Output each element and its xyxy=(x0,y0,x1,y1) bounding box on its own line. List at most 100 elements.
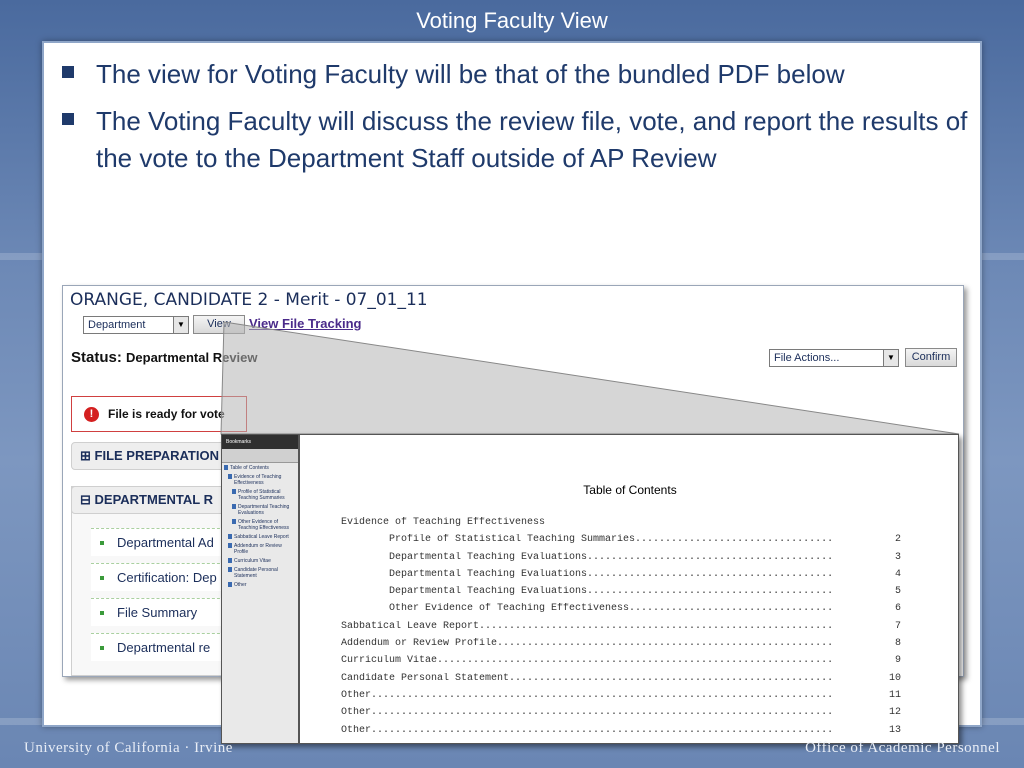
toc-page-number: 8 xyxy=(890,638,901,650)
bookmark-item[interactable]: Profile of Statistical Teaching Summarie… xyxy=(224,489,296,501)
bullet-icon xyxy=(100,611,104,615)
bookmark-item[interactable]: Table of Contents xyxy=(224,465,296,471)
bookmark-label: Other Evidence of Teaching Effectiveness xyxy=(238,519,290,531)
page-icon xyxy=(228,558,232,563)
bookmark-item[interactable]: Sabbatical Leave Report xyxy=(224,534,296,540)
toc-page-number: 9 xyxy=(890,655,901,667)
bookmarks-list: Table of Contents Evidence of Teaching E… xyxy=(222,463,298,588)
view-select[interactable]: Department ▼ xyxy=(83,316,189,334)
bookmark-label: Addendum or Review Profile xyxy=(234,543,282,555)
toc-entry: Candidate Personal Statement............… xyxy=(341,672,834,684)
status-label: Status: Departmental Review xyxy=(71,349,258,366)
bookmark-label: Other xyxy=(234,582,247,588)
bookmark-item[interactable]: Candidate Personal Statement xyxy=(224,567,296,579)
view-select-value: Department xyxy=(88,319,146,331)
bullet-item: The Voting Faculty will discuss the revi… xyxy=(62,103,972,177)
page-icon xyxy=(232,519,236,524)
status-label-text: Status: xyxy=(71,349,122,366)
page-icon xyxy=(228,534,232,539)
bullet-list: The view for Voting Faculty will be that… xyxy=(62,56,972,187)
toc-entry: Evidence of Teaching Effectiveness xyxy=(341,517,546,528)
bookmarks-panel: Bookmarks Table of Contents Evidence of … xyxy=(222,435,300,743)
toc-entry: Profile of Statistical Teaching Summarie… xyxy=(341,534,834,546)
confirm-button[interactable]: Confirm xyxy=(905,348,957,367)
toc-row[interactable]: Other...................................… xyxy=(341,707,901,724)
toc-page-number: 11 xyxy=(884,689,901,701)
list-item-label: Departmental Ad xyxy=(117,535,214,550)
vote-ready-notice: ! File is ready for vote xyxy=(71,396,247,432)
vote-message: File is ready for vote xyxy=(108,407,225,421)
toc-entry: Departmental Teaching Evaluations.......… xyxy=(341,568,834,580)
toc-row[interactable]: Sabbatical Leave Report.................… xyxy=(341,620,901,638)
section-label: DEPARTMENTAL R xyxy=(94,492,213,507)
bookmark-label: Departmental Teaching Evaluations xyxy=(238,504,290,516)
toc-row[interactable]: Departmental Teaching Evaluations.......… xyxy=(341,586,901,603)
bookmark-label: Sabbatical Leave Report xyxy=(234,534,289,540)
footer-office-name: Office of Academic Personnel xyxy=(805,740,1000,756)
file-actions-value: File Actions... xyxy=(774,352,840,364)
bookmark-item[interactable]: Other xyxy=(224,582,296,588)
toc-entry: Other...................................… xyxy=(341,724,834,736)
toc-entry: Departmental Teaching Evaluations.......… xyxy=(341,551,834,563)
toc-entry: Addendum or Review Profile..............… xyxy=(341,638,834,650)
bookmark-label: Table of Contents xyxy=(230,465,269,471)
bookmark-item[interactable]: Evidence of Teaching Effectiveness xyxy=(224,474,296,486)
bookmark-item[interactable]: Curriculum Vitae xyxy=(224,558,296,564)
bookmarks-toolbar xyxy=(222,449,298,463)
page-icon xyxy=(228,567,232,572)
toc-page-number: 4 xyxy=(890,568,901,580)
bookmark-item[interactable]: Other Evidence of Teaching Effectiveness xyxy=(224,519,296,531)
bookmark-label: Candidate Personal Statement xyxy=(234,567,278,579)
bullet-icon xyxy=(100,646,104,650)
toc-entry: Other...................................… xyxy=(341,689,834,701)
toc-page-number: 5 xyxy=(890,586,901,598)
page-icon xyxy=(232,504,236,509)
bullet-item: The view for Voting Faculty will be that… xyxy=(62,56,972,93)
bookmark-item[interactable]: Departmental Teaching Evaluations xyxy=(224,504,296,516)
toc-row[interactable]: Evidence of Teaching Effectiveness xyxy=(341,517,901,534)
toc-title: Table of Contents xyxy=(583,483,677,497)
toc-row[interactable]: Departmental Teaching Evaluations.......… xyxy=(341,551,901,569)
slide-title: Voting Faculty View xyxy=(416,8,608,33)
toc-row[interactable]: Candidate Personal Statement............… xyxy=(341,672,901,690)
collapse-icon: ⊟ xyxy=(80,492,95,507)
bullet-square-icon xyxy=(62,66,74,78)
footer-university-name: University of California · Irvine xyxy=(24,740,233,756)
toc-row[interactable]: Other...................................… xyxy=(341,689,901,707)
toc-page-number: 7 xyxy=(890,620,901,632)
bullet-icon xyxy=(100,576,104,580)
bookmarks-header: Bookmarks xyxy=(222,435,298,449)
toc-entry: Departmental Teaching Evaluations.......… xyxy=(341,586,834,598)
page-icon xyxy=(224,465,228,470)
page-icon xyxy=(228,582,232,587)
toc-page-number: 3 xyxy=(890,551,901,563)
toc-page-number: 2 xyxy=(890,534,901,546)
bookmark-label: Evidence of Teaching Effectiveness xyxy=(234,474,282,486)
bookmark-label: Profile of Statistical Teaching Summarie… xyxy=(238,489,285,501)
toc-row[interactable]: Profile of Statistical Teaching Summarie… xyxy=(341,534,901,551)
toc-row[interactable]: Departmental Teaching Evaluations.......… xyxy=(341,568,901,586)
list-item-label: File Summary xyxy=(117,605,198,620)
toc-entry: Sabbatical Leave Report.................… xyxy=(341,620,834,632)
section-label: FILE PREPARATION xyxy=(94,448,219,463)
file-actions-select[interactable]: File Actions... ▼ xyxy=(769,349,899,367)
bookmark-label: Curriculum Vitae xyxy=(234,558,271,564)
toc-row[interactable]: Curriculum Vitae........................… xyxy=(341,655,901,672)
bookmark-item[interactable]: Addendum or Review Profile xyxy=(224,543,296,555)
list-item-label: Certification: Dep xyxy=(117,570,217,585)
toc-entry: Other...................................… xyxy=(341,707,834,719)
list-item-label: Departmental re xyxy=(117,640,211,655)
toc-entry: Curriculum Vitae........................… xyxy=(341,655,834,667)
bundled-pdf-preview: Bookmarks Table of Contents Evidence of … xyxy=(221,434,959,744)
view-button[interactable]: View xyxy=(193,315,245,334)
bullet-text: The Voting Faculty will discuss the revi… xyxy=(96,106,968,173)
view-file-tracking-link[interactable]: View File Tracking xyxy=(249,316,361,331)
toc-page-number: 12 xyxy=(884,707,901,719)
toc-row[interactable]: Other Evidence of Teaching Effectiveness… xyxy=(341,603,901,620)
expand-icon: ⊞ xyxy=(80,448,95,463)
table-of-contents: Evidence of Teaching Effectiveness Profi… xyxy=(341,517,901,742)
page-icon xyxy=(228,474,232,479)
alert-icon: ! xyxy=(84,407,99,422)
bullet-square-icon xyxy=(62,113,74,125)
toc-row[interactable]: Addendum or Review Profile..............… xyxy=(341,638,901,655)
